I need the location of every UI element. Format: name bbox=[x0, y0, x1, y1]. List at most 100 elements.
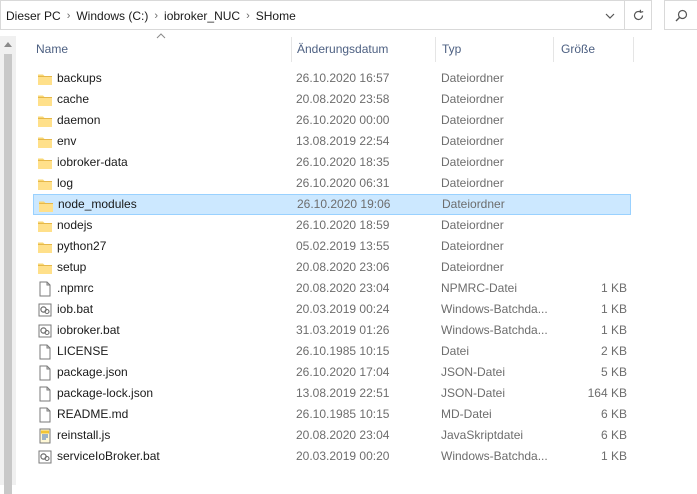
refresh-icon bbox=[633, 9, 643, 20]
file-name: package.json bbox=[57, 365, 128, 379]
file-row[interactable]: package-lock.json 13.08.2019 22:51 JSON-Da… bbox=[33, 383, 631, 404]
file-name: backups bbox=[57, 71, 102, 85]
file-row[interactable]: log 26.10.2020 06:31 Dateiordner bbox=[33, 173, 631, 194]
scrollbar-thumb[interactable] bbox=[4, 54, 12, 494]
file-row[interactable]: package.json 26.10.2020 17:04 JSON-Datei 5 … bbox=[33, 362, 631, 383]
file-row[interactable]: setup 20.08.2020 23:06 Dateiordner bbox=[33, 257, 631, 278]
file-type: Dateiordner bbox=[441, 155, 504, 169]
file-icon bbox=[37, 386, 53, 402]
refresh-button[interactable] bbox=[625, 0, 652, 30]
file-date: 26.10.2020 19:06 bbox=[297, 197, 391, 211]
breadcrumb-item-drive[interactable]: Windows (C:) bbox=[76, 9, 148, 23]
file-type: Dateiordner bbox=[441, 92, 504, 106]
file-type: Dateiordner bbox=[442, 197, 505, 211]
file-name: cache bbox=[57, 92, 90, 106]
file-row[interactable]: cache 20.08.2020 23:58 Dateiordner bbox=[33, 89, 631, 110]
file-size: 1 KB bbox=[600, 302, 627, 316]
file-icon bbox=[37, 365, 53, 381]
file-type: Dateiordner bbox=[441, 134, 504, 148]
file-type: Windows-Batchda... bbox=[441, 449, 548, 463]
column-header-row: Name Änderungsdatum Typ Größe bbox=[28, 37, 637, 62]
file-date: 26.10.2020 18:35 bbox=[296, 155, 390, 169]
file-date: 31.03.2019 01:26 bbox=[296, 323, 390, 337]
file-date: 26.10.1985 10:15 bbox=[296, 407, 390, 421]
folder-icon bbox=[38, 198, 54, 214]
file-type: JSON-Datei bbox=[441, 386, 506, 400]
file-row[interactable]: daemon 26.10.2020 00:00 Dateiordner bbox=[33, 110, 631, 131]
file-row[interactable]: iobroker-data 26.10.2020 18:35 Dateiordner bbox=[33, 152, 631, 173]
file-date: 13.08.2019 22:51 bbox=[296, 386, 390, 400]
file-name: python27 bbox=[57, 239, 107, 253]
file-row[interactable]: README.md 26.10.1985 10:15 MD-Datei 6 KB bbox=[33, 404, 631, 425]
file-date: 20.08.2020 23:06 bbox=[296, 260, 390, 274]
chevron-right-icon[interactable]: › bbox=[246, 10, 250, 22]
column-header-name[interactable]: Name bbox=[36, 37, 68, 62]
column-divider[interactable] bbox=[435, 37, 436, 62]
file-size: 5 KB bbox=[600, 365, 627, 379]
file-date: 26.10.2020 00:00 bbox=[296, 113, 390, 127]
file-type: Dateiordner bbox=[441, 176, 504, 190]
file-type: JSON-Datei bbox=[441, 365, 506, 379]
file-date: 26.10.2020 17:04 bbox=[296, 365, 390, 379]
file-name: iob.bat bbox=[57, 302, 94, 316]
breadcrumb-item-this-pc[interactable]: Dieser PC bbox=[6, 9, 61, 23]
file-name: iobroker.bat bbox=[57, 323, 120, 337]
file-size: 2 KB bbox=[600, 344, 627, 358]
file-row[interactable]: iob.bat 20.03.2019 00:24 Windows-Batchda..… bbox=[33, 299, 631, 320]
chevron-down-icon[interactable] bbox=[604, 10, 616, 22]
file-row[interactable]: .npmrc 20.08.2020 23:04 NPMRC-Datei 1 KB bbox=[33, 278, 631, 299]
file-type: Dateiordner bbox=[441, 113, 504, 127]
file-row[interactable]: iobroker.bat 31.03.2019 01:26 Windows-Batc… bbox=[33, 320, 631, 341]
file-row[interactable]: node_modules 26.10.2020 19:06 Dateiordner bbox=[33, 194, 631, 215]
folder-icon bbox=[37, 239, 53, 255]
folder-icon bbox=[37, 92, 53, 108]
file-type: Dateiordner bbox=[441, 71, 504, 85]
file-date: 26.10.2020 16:57 bbox=[296, 71, 390, 85]
file-date: 20.03.2019 00:20 bbox=[296, 449, 390, 463]
scroll-up-icon[interactable] bbox=[4, 42, 12, 47]
file-name: env bbox=[57, 134, 77, 148]
nav-pane-scrollbar[interactable] bbox=[0, 36, 16, 494]
file-row[interactable]: LICENSE 26.10.1985 10:15 Datei 2 KB bbox=[33, 341, 631, 362]
batch-file-icon bbox=[37, 449, 53, 465]
batch-file-icon bbox=[37, 323, 53, 339]
file-name: setup bbox=[57, 260, 87, 274]
folder-icon bbox=[37, 176, 53, 192]
column-divider[interactable] bbox=[291, 37, 292, 62]
folder-icon bbox=[37, 134, 53, 150]
column-divider[interactable] bbox=[553, 37, 554, 62]
column-divider[interactable] bbox=[633, 37, 634, 62]
file-date: 20.08.2020 23:04 bbox=[296, 281, 390, 295]
breadcrumb-item-shome[interactable]: SHome bbox=[256, 9, 296, 23]
file-row[interactable]: env 13.08.2019 22:54 Dateiordner bbox=[33, 131, 631, 152]
file-type: Dateiordner bbox=[441, 239, 504, 253]
file-name: README.md bbox=[57, 407, 129, 421]
file-row[interactable]: nodejs 26.10.2020 18:59 Dateiordner bbox=[33, 215, 631, 236]
file-name: nodejs bbox=[57, 218, 93, 232]
file-row[interactable]: python27 05.02.2019 13:55 Dateiordner bbox=[33, 236, 631, 257]
column-header-type[interactable]: Typ bbox=[442, 37, 461, 62]
file-type: Dateiordner bbox=[441, 260, 504, 274]
script-file-icon bbox=[37, 428, 53, 444]
file-row[interactable]: reinstall.js 20.08.2020 23:04 JavaSkriptda… bbox=[33, 425, 631, 446]
column-header-date[interactable]: Änderungsdatum bbox=[297, 37, 388, 62]
file-date: 26.10.1985 10:15 bbox=[296, 344, 390, 358]
file-icon bbox=[37, 407, 53, 423]
chevron-right-icon[interactable]: › bbox=[154, 10, 158, 22]
file-size: 6 KB bbox=[600, 407, 627, 421]
file-name: node_modules bbox=[58, 197, 137, 211]
file-name: iobroker-data bbox=[57, 155, 128, 169]
file-type: Datei bbox=[441, 344, 470, 358]
file-type: Windows-Batchda... bbox=[441, 302, 548, 316]
file-row[interactable]: serviceIoBroker.bat 20.03.2019 00:20 Windo… bbox=[33, 446, 631, 467]
address-bar[interactable]: Dieser PC › Windows (C:) › iobroker_NUC … bbox=[0, 0, 625, 30]
breadcrumb-item-iobroker-nuc[interactable]: iobroker_NUC bbox=[164, 9, 240, 23]
file-name: package-lock.json bbox=[57, 386, 154, 400]
search-box[interactable] bbox=[664, 0, 697, 30]
chevron-right-icon[interactable]: › bbox=[67, 10, 71, 22]
file-icon bbox=[37, 344, 53, 360]
file-date: 20.03.2019 00:24 bbox=[296, 302, 390, 316]
file-date: 26.10.2020 18:59 bbox=[296, 218, 390, 232]
file-row[interactable]: backups 26.10.2020 16:57 Dateiordner bbox=[33, 68, 631, 89]
column-header-size[interactable]: Größe bbox=[561, 37, 595, 62]
